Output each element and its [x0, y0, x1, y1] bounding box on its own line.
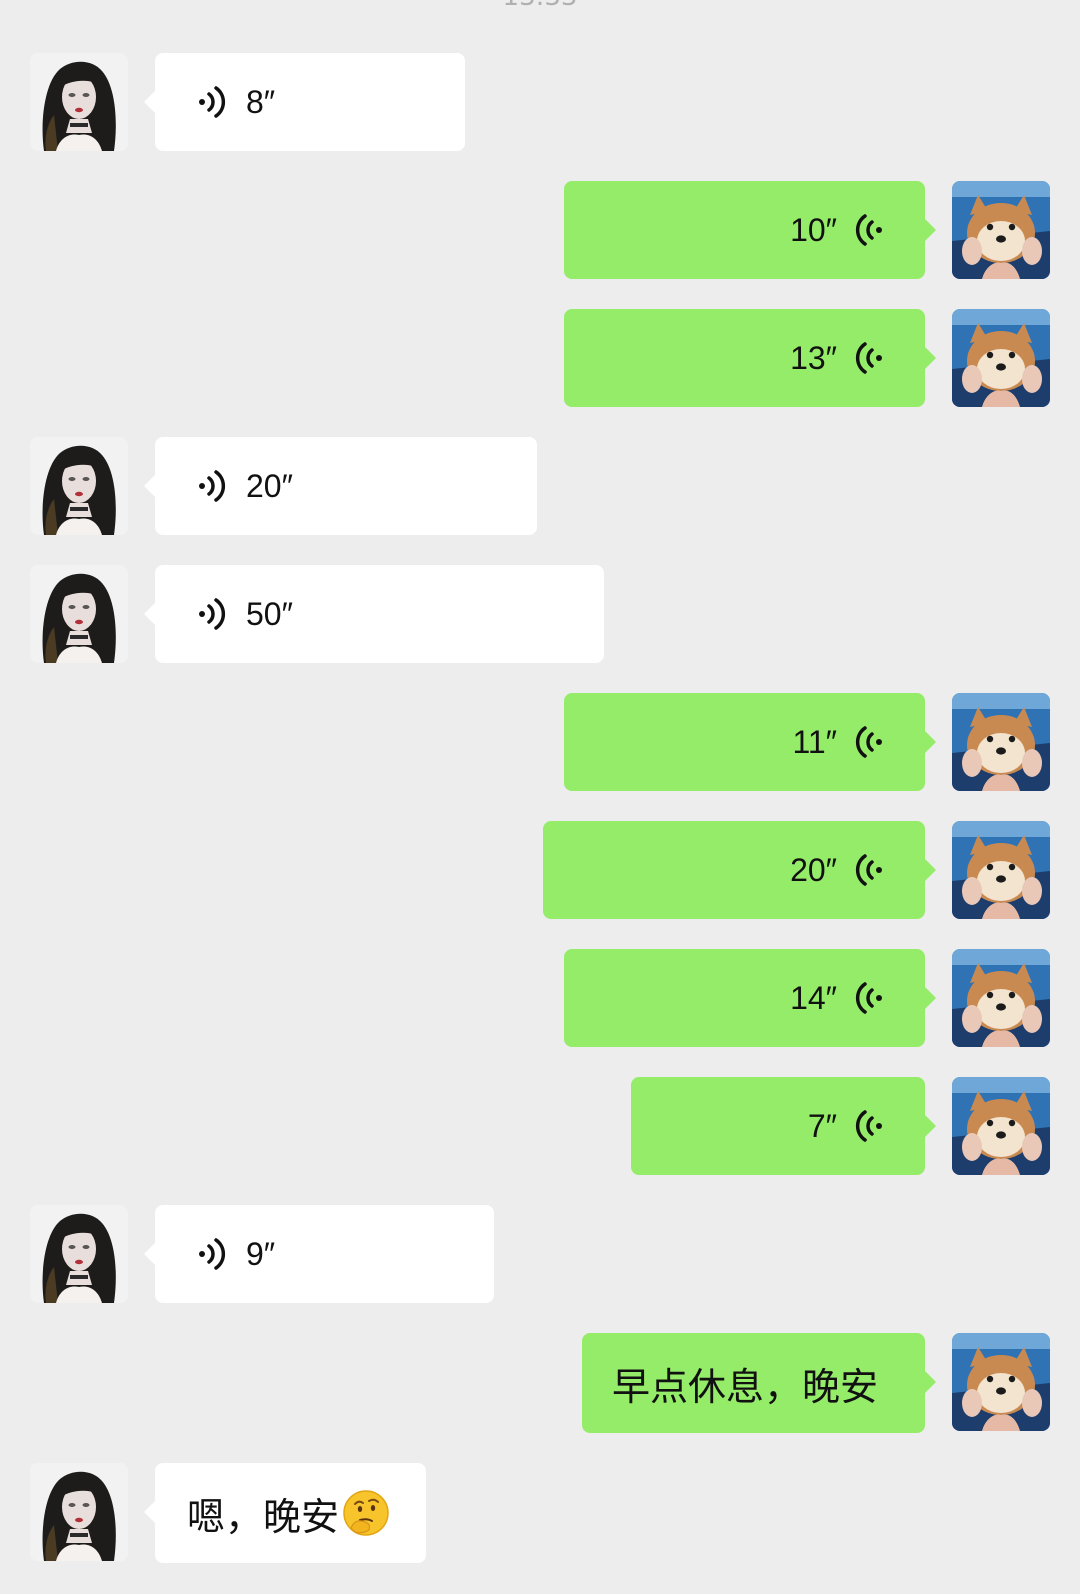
voice-wave-icon — [198, 1237, 228, 1271]
thinking-face-emoji-icon — [341, 1488, 391, 1538]
voice-wave-icon — [853, 341, 883, 375]
voice-duration: 8″ — [246, 83, 276, 120]
message-row: 9″ — [0, 1205, 1080, 1303]
voice-message-bubble[interactable]: 20″ — [144, 437, 537, 535]
voice-wave-icon — [198, 597, 228, 631]
my-avatar[interactable] — [952, 309, 1050, 407]
message-row: 嗯，晚安 — [0, 1463, 1080, 1563]
contact-avatar[interactable] — [30, 437, 128, 535]
voice-duration: 20″ — [246, 467, 293, 504]
message-row: 11″ — [0, 693, 1080, 791]
voice-message-bubble[interactable]: 10″ — [564, 181, 936, 279]
contact-avatar[interactable] — [30, 1205, 128, 1303]
my-avatar[interactable] — [952, 1333, 1050, 1431]
message-row: 13″ — [0, 309, 1080, 407]
voice-wave-icon — [853, 981, 883, 1015]
my-avatar[interactable] — [952, 949, 1050, 1047]
message-row: 早点休息，晚安 — [0, 1333, 1080, 1433]
voice-duration: 11″ — [792, 723, 837, 760]
voice-wave-icon — [198, 469, 228, 503]
message-row: 10″ — [0, 181, 1080, 279]
message-row: 7″ — [0, 1077, 1080, 1175]
text-message-bubble[interactable]: 早点休息，晚安 — [582, 1333, 936, 1433]
voice-message-bubble[interactable]: 13″ — [564, 309, 936, 407]
message-text: 早点休息，晚安 — [612, 1364, 879, 1409]
message-row: 14″ — [0, 949, 1080, 1047]
my-avatar[interactable] — [952, 181, 1050, 279]
my-avatar[interactable] — [952, 693, 1050, 791]
contact-avatar[interactable] — [30, 53, 128, 151]
voice-duration: 14″ — [790, 979, 837, 1016]
voice-duration: 9″ — [246, 1235, 276, 1272]
message-row: 50″ — [0, 565, 1080, 663]
message-row: 20″ — [0, 437, 1080, 535]
voice-duration: 10″ — [790, 211, 837, 248]
my-avatar[interactable] — [952, 821, 1050, 919]
voice-message-bubble[interactable]: 14″ — [564, 949, 936, 1047]
voice-duration: 50″ — [246, 595, 293, 632]
voice-wave-icon — [853, 213, 883, 247]
contact-avatar[interactable] — [30, 565, 128, 663]
voice-message-bubble[interactable]: 7″ — [631, 1077, 936, 1175]
chat-window: 13:33 8″ 10″ 13″ — [0, 0, 1080, 1594]
timestamp: 13:33 — [0, 0, 1080, 12]
text-message-bubble[interactable]: 嗯，晚安 — [144, 1463, 426, 1563]
contact-avatar[interactable] — [30, 1463, 128, 1561]
voice-wave-icon — [853, 1109, 883, 1143]
voice-duration: 13″ — [790, 339, 837, 376]
voice-wave-icon — [198, 85, 228, 119]
message-row: 20″ — [0, 821, 1080, 919]
voice-duration: 20″ — [790, 851, 837, 888]
voice-message-bubble[interactable]: 50″ — [144, 565, 604, 663]
voice-duration: 7″ — [807, 1107, 837, 1144]
message-row: 8″ — [0, 53, 1080, 151]
voice-wave-icon — [853, 853, 883, 887]
voice-message-bubble[interactable]: 11″ — [564, 693, 936, 791]
voice-wave-icon — [853, 725, 883, 759]
voice-message-bubble[interactable]: 20″ — [543, 821, 936, 919]
message-text: 嗯，晚安 — [187, 1494, 340, 1539]
voice-message-bubble[interactable]: 9″ — [144, 1205, 494, 1303]
my-avatar[interactable] — [952, 1077, 1050, 1175]
voice-message-bubble[interactable]: 8″ — [144, 53, 465, 151]
